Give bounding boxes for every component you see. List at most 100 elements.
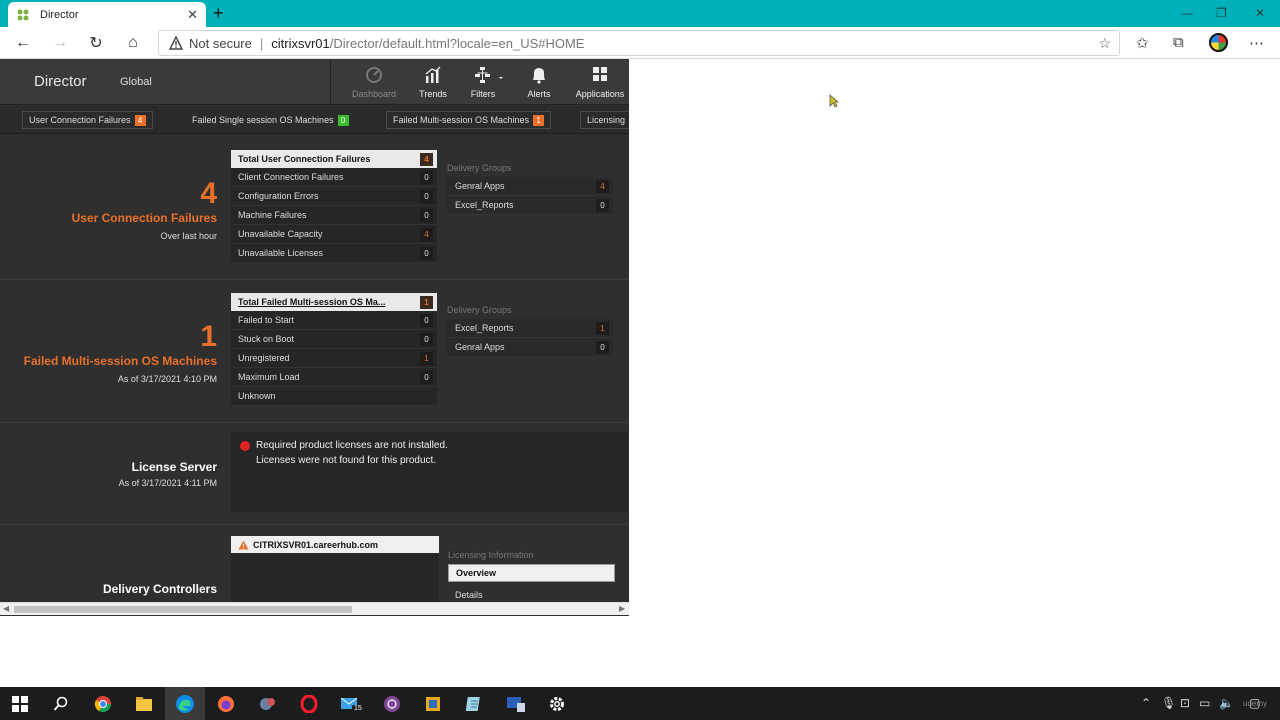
table-row[interactable]: Maximum Load 0 [231, 368, 437, 387]
ucf-title[interactable]: User Connection Failures [72, 211, 217, 225]
windows-start-icon[interactable] [9, 693, 31, 715]
volume-icon[interactable]: 🔈 [1219, 696, 1234, 710]
row-label: Client Connection Failures [238, 172, 344, 182]
chrome-icon[interactable] [92, 693, 114, 715]
row-label: Maximum Load [238, 372, 300, 382]
mouse-cursor-icon [829, 94, 839, 108]
server-manager-icon[interactable] [505, 693, 527, 715]
list-item[interactable]: Genral Apps 4 [447, 177, 613, 196]
licensing-overview-tab[interactable]: Overview [448, 564, 615, 582]
nav-dashboard-label: Dashboard [351, 89, 397, 99]
list-item[interactable]: Genral Apps 0 [447, 338, 613, 357]
nav-filters[interactable]: Filters [457, 65, 509, 99]
remote-desktop-icon[interactable] [422, 693, 444, 715]
table-row[interactable]: Client Connection Failures 0 [231, 168, 437, 187]
collections-icon[interactable]: ⧉ [1173, 34, 1184, 51]
minimize-icon[interactable]: — [1181, 6, 1193, 20]
add-favorite-star-icon[interactable]: ☆ [1098, 35, 1111, 52]
browser-tab-director[interactable]: Director ✕ [8, 2, 206, 27]
ucf-panel-header[interactable]: Total User Connection Failures 4 [231, 150, 437, 168]
panel-header-count: 4 [420, 152, 433, 166]
filter-tab-user-connection-failures[interactable]: User Connection Failures 4 [22, 111, 153, 129]
filter-tab-failed-single-session[interactable]: Failed Single session OS Machines 0 [185, 111, 356, 129]
snipping-tool-icon[interactable] [257, 693, 279, 715]
new-tab-button[interactable]: + [213, 4, 224, 22]
table-row[interactable]: Configuration Errors 0 [231, 187, 437, 206]
tray-chevron-up-icon[interactable]: ⌃ [1141, 696, 1151, 710]
network-icon[interactable]: ▭ [1199, 696, 1210, 710]
list-item[interactable]: Excel_Reports 1 [447, 319, 613, 338]
firefox-icon[interactable] [215, 693, 237, 715]
settings-gear-icon[interactable] [546, 693, 568, 715]
favorites-icon[interactable]: ✩ [1136, 34, 1149, 52]
row-count: 0 [420, 208, 433, 222]
tab-close-icon[interactable]: ✕ [187, 7, 198, 23]
table-row[interactable]: Unknown [231, 387, 437, 406]
panel-header-label: Total Failed Multi-session OS Ma... [238, 297, 386, 307]
profile-avatar[interactable] [1209, 33, 1228, 52]
scroll-left-arrow-icon[interactable]: ◀ [3, 604, 9, 613]
user-connection-failures-section: 4 User Connection Failures Over last hou… [0, 137, 629, 280]
address-toolbar: ← → ↻ ⌂ Not secure | citrixsvr01 /Direct… [0, 27, 1280, 59]
forward-arrow-icon[interactable]: → [50, 33, 70, 53]
filter-tab-licensing[interactable]: Licensing [580, 111, 629, 129]
delivery-controllers-title[interactable]: Delivery Controllers [103, 582, 217, 596]
filter-tab-label: User Connection Failures [29, 115, 131, 125]
mail-icon[interactable]: 15 [340, 693, 362, 715]
file-explorer-icon[interactable] [133, 693, 155, 715]
windows-taskbar: 15 ⌃ 🎙 ⊡ ▭ 🔈 ▢ [0, 687, 1280, 720]
notepad-icon[interactable] [463, 693, 485, 715]
more-menu-icon[interactable]: ⋯ [1249, 34, 1264, 52]
scope-label[interactable]: Global [120, 76, 152, 88]
fmm-panel-header[interactable]: Total Failed Multi-session OS Ma... 1 [231, 293, 437, 311]
refresh-icon[interactable]: ↻ [86, 33, 106, 53]
nav-alerts[interactable]: Alerts [513, 65, 565, 99]
home-icon[interactable]: ⌂ [123, 33, 143, 53]
table-row[interactable]: Unavailable Capacity 4 [231, 225, 437, 244]
filter-tab-failed-multi-session[interactable]: Failed Multi-session OS Machines 1 [386, 111, 552, 129]
nav-alerts-label: Alerts [527, 89, 551, 99]
table-row[interactable]: Unavailable Licenses 0 [231, 244, 437, 263]
row-count: 4 [420, 227, 433, 241]
tor-browser-icon[interactable] [381, 693, 403, 715]
search-icon[interactable] [50, 693, 72, 715]
table-row[interactable]: Stuck on Boot 0 [231, 330, 437, 349]
app-brand[interactable]: Director [34, 73, 87, 90]
group-count: 1 [596, 321, 609, 335]
ucf-big-count[interactable]: 4 [200, 177, 217, 211]
table-row[interactable]: Unregistered 1 [231, 349, 437, 368]
controller-server-header[interactable]: CITRIXSVR01.careerhub.com [231, 536, 439, 553]
license-server-subtitle: As of 3/17/2021 4:11 PM [118, 478, 217, 488]
license-status-box: Required product licenses are not instal… [231, 432, 628, 512]
scroll-right-arrow-icon[interactable]: ▶ [619, 604, 625, 613]
fmm-subtitle: As of 3/17/2021 4:10 PM [117, 374, 217, 384]
close-window-icon[interactable]: ✕ [1255, 6, 1265, 20]
opera-icon[interactable] [298, 693, 320, 715]
address-bar[interactable]: Not secure | citrixsvr01 /Director/defau… [158, 30, 1120, 56]
scrollbar-thumb[interactable] [14, 606, 352, 613]
screen-capture-icon[interactable]: ⊡ [1180, 696, 1190, 710]
back-arrow-icon[interactable]: ← [13, 33, 33, 53]
restore-icon[interactable]: ❐ [1216, 6, 1227, 20]
row-count: 0 [420, 313, 433, 327]
horizontal-scrollbar[interactable]: ◀ ▶ [0, 602, 629, 615]
fmm-big-count[interactable]: 1 [200, 320, 217, 354]
nav-filters-label: Filters [470, 89, 496, 99]
nav-trends[interactable]: Trends [407, 65, 459, 99]
not-secure-label[interactable]: Not secure [189, 36, 252, 51]
list-item[interactable]: Excel_Reports 0 [447, 196, 613, 215]
nav-dashboard[interactable]: Dashboard [348, 65, 400, 99]
row-label: Machine Failures [238, 210, 307, 220]
nav-applications[interactable]: Applications [574, 65, 626, 99]
edge-browser-icon[interactable] [165, 687, 205, 720]
ucf-subtitle: Over last hour [160, 231, 217, 241]
table-row[interactable]: Failed to Start 0 [231, 311, 437, 330]
bell-icon [533, 68, 545, 84]
license-server-section: License Server As of 3/17/2021 4:11 PM R… [0, 423, 629, 525]
row-count: 0 [420, 246, 433, 260]
fmm-title[interactable]: Failed Multi-session OS Machines [24, 354, 217, 368]
microphone-icon[interactable]: 🎙 [1161, 696, 1176, 710]
license-server-title[interactable]: License Server [132, 460, 217, 474]
table-row[interactable]: Machine Failures 0 [231, 206, 437, 225]
filters-icon [475, 67, 503, 83]
